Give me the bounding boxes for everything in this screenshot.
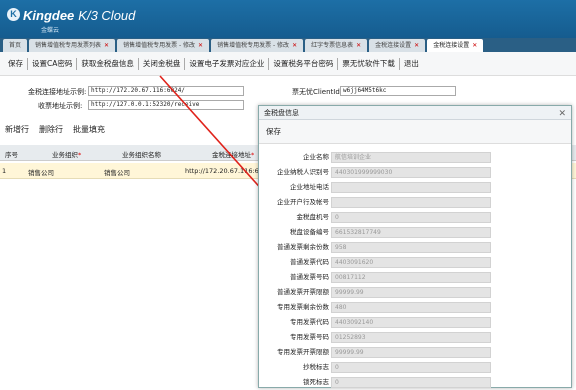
field-value[interactable]: 0 xyxy=(331,377,491,388)
form-row: 普通发票号码 00817112 xyxy=(259,272,573,285)
form-row: 企业名称 航信培训企业 xyxy=(259,152,573,165)
field-value[interactable]: 958 xyxy=(331,242,491,253)
field-label: 普通发票代码 xyxy=(290,258,329,266)
form-row: 税盘设备编号 661532817749 xyxy=(259,227,573,240)
dialog-toolbar: 保存 xyxy=(259,120,571,144)
field-value[interactable] xyxy=(331,182,491,193)
form-row: 金税盘机号 0 xyxy=(259,212,573,225)
field-label: 专用发票剩余份数 xyxy=(277,303,329,311)
form-row: 企业纳税人识别号 440301999999030 xyxy=(259,167,573,180)
field-value[interactable]: 4403091620 xyxy=(331,257,491,268)
field-value[interactable] xyxy=(331,197,491,208)
field-value[interactable]: 航信培训企业 xyxy=(331,152,491,163)
field-label: 企业名称 xyxy=(303,153,329,161)
field-value[interactable]: 00817112 xyxy=(331,272,491,283)
field-value[interactable]: 0 xyxy=(331,362,491,373)
form-row: 普通发票开票限额 99999.99 xyxy=(259,287,573,300)
field-value[interactable]: 4403092140 xyxy=(331,317,491,328)
form-row: 普通发票代码 4403091620 xyxy=(259,257,573,270)
field-label: 普通发票开票限额 xyxy=(277,288,329,296)
form-row: 抄税标志 0 xyxy=(259,362,573,375)
field-value[interactable]: 440301999999030 xyxy=(331,167,491,178)
form-row: 专用发票号码 01252893 xyxy=(259,332,573,345)
form-row: 专用发票剩余份数 480 xyxy=(259,302,573,315)
field-label: 抄税标志 xyxy=(303,363,329,371)
form-row: 普通发票剩余份数 958 xyxy=(259,242,573,255)
field-label: 企业纳税人识别号 xyxy=(277,168,329,176)
form-row: 锁死标志 0 xyxy=(259,377,573,390)
form-row: 专用发票开票限额 99999.99 xyxy=(259,347,573,360)
field-label: 普通发票剩余份数 xyxy=(277,243,329,251)
field-label: 金税盘机号 xyxy=(296,213,330,221)
field-label: 专用发票开票限额 xyxy=(277,348,329,356)
form-row: 企业开户行及帐号 xyxy=(259,197,573,210)
field-label: 企业地址电话 xyxy=(290,183,329,191)
field-value[interactable]: 480 xyxy=(331,302,491,313)
field-label: 专用发票代码 xyxy=(290,318,329,326)
field-value[interactable]: 661532817749 xyxy=(331,227,491,238)
close-icon[interactable]: ✕ xyxy=(558,107,566,121)
field-value[interactable]: 99999.99 xyxy=(331,347,491,358)
field-label: 锁死标志 xyxy=(303,378,329,386)
form-row: 专用发票代码 4403092140 xyxy=(259,317,573,330)
field-label: 企业开户行及帐号 xyxy=(277,198,329,206)
tax-disk-info-dialog: 金税盘信息 ✕ 保存 企业名称 航信培训企业 企业纳税人识别号 440301999999… xyxy=(258,105,572,388)
field-value[interactable]: 99999.99 xyxy=(331,287,491,298)
field-label: 税盘设备编号 xyxy=(290,228,329,236)
field-value[interactable]: 0 xyxy=(331,212,491,223)
field-label: 普通发票号码 xyxy=(290,273,329,281)
dialog-save-button[interactable]: 保存 xyxy=(266,127,281,136)
dialog-title: 金税盘信息 ✕ xyxy=(259,106,571,120)
field-label: 专用发票号码 xyxy=(290,333,329,341)
form-row: 企业地址电话 xyxy=(259,182,573,195)
field-value[interactable]: 01252893 xyxy=(331,332,491,343)
